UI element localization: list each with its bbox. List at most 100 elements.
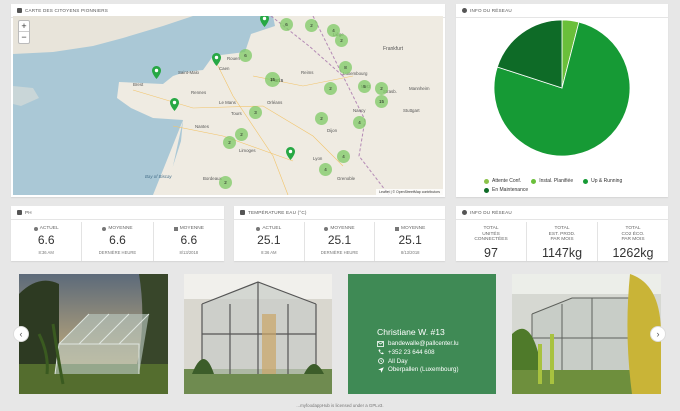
profile-phone-row: +352 23 644 608 xyxy=(377,349,496,356)
stat-value: 1262kg xyxy=(612,245,654,260)
location-arrow-icon xyxy=(377,366,384,373)
greenhouse-photo xyxy=(19,274,168,394)
map-pin-icon[interactable] xyxy=(170,98,179,111)
temp-stat-current: ACTUEL 25.1 8:36 AM xyxy=(234,222,304,261)
stat-label: ACTUEL xyxy=(262,226,282,231)
network-card-header: INFO DU RÉSEAU xyxy=(456,4,668,18)
legend-item[interactable]: Instal. Planifiée xyxy=(531,178,573,184)
clock-icon xyxy=(256,226,261,231)
stat-label: TOTAL UNITÉS CONNECTÉES xyxy=(456,226,526,243)
footer-license: ...myfoodappHub is licensed under a GPLv… xyxy=(296,403,384,408)
temp-card: TEMPÉRATURE EAU (°C) ACTUEL 25.1 8:36 AM… xyxy=(234,206,445,261)
map-pin-icon[interactable] xyxy=(152,66,161,79)
stat-sub: 8:36 AM xyxy=(261,250,277,255)
profile-email-row: bandewalle@pallcenter.lu xyxy=(377,340,496,347)
thermometer-icon xyxy=(240,210,245,215)
temp-card-title: TEMPÉRATURE EAU (°C) xyxy=(248,210,307,215)
legend-label: Attente Conf. xyxy=(492,178,522,184)
legend-item[interactable]: En Maintenance xyxy=(484,187,528,193)
phone-icon xyxy=(377,349,384,356)
ph-card: PH ACTUEL 6.6 8:36 AM MOYENNE 6.6 DERNIÈ… xyxy=(11,206,224,261)
profile-phone[interactable]: +352 23 644 608 xyxy=(388,349,435,356)
chevron-right-icon: › xyxy=(656,329,660,339)
temp-stat-day-avg: MOYENNE 25.1 8/13/2018 xyxy=(374,222,445,261)
legend-swatch xyxy=(484,187,489,193)
greenhouse-photo xyxy=(184,274,332,394)
stat-label: TOTAL EST. PROD. PAR MOIS xyxy=(527,226,597,243)
stat-value: 6.6 xyxy=(37,233,55,247)
map-card-title: CARTE DES CITOYENS PIONNIERS xyxy=(25,8,109,13)
stat-sub: 8/13/2018 xyxy=(179,250,199,255)
network-card-title: INFO DU RÉSEAU xyxy=(470,8,512,13)
temp-stats: ACTUEL 25.1 8:36 AM MOYENNE 25.1 DERNIÈR… xyxy=(234,222,445,261)
profile-location: Oberpallen (Luxembourg) xyxy=(388,366,459,374)
stat-value: 6.6 xyxy=(109,233,126,247)
map-icon xyxy=(17,8,22,13)
stat-label: MOYENNE xyxy=(401,226,426,231)
network-stat-co2: TOTAL CO2 ÉCO. PAR MOIS 1262kg xyxy=(597,222,668,261)
info-icon xyxy=(462,8,467,13)
zoom-control: + − xyxy=(18,20,30,44)
ph-stat-day-avg: MOYENNE 6.6 8/13/2018 xyxy=(152,222,224,261)
carousel-photo-1[interactable] xyxy=(19,274,168,394)
stat-label: TOTAL CO2 ÉCO. PAR MOIS xyxy=(598,226,668,243)
network-info-header: INFO DU RÉSEAU xyxy=(456,206,668,220)
calendar-icon xyxy=(173,226,178,231)
carousel-photo-2[interactable] xyxy=(184,274,332,394)
stat-label: MOYENNE xyxy=(108,226,133,231)
envelope-icon xyxy=(377,340,384,347)
stat-sub: 8:36 AM xyxy=(38,250,54,255)
stat-value: 25.1 xyxy=(327,233,352,247)
ph-stat-current: ACTUEL 6.6 8:36 AM xyxy=(11,222,81,261)
map-pin-icon[interactable] xyxy=(286,147,295,160)
zoom-in-button[interactable]: + xyxy=(19,21,29,32)
clock-icon xyxy=(33,226,38,231)
stat-sub: 8/13/2018 xyxy=(400,250,420,255)
zoom-out-button[interactable]: − xyxy=(19,32,29,43)
profile-card[interactable]: Christiane W. #13 bandewalle@pallcenter.… xyxy=(348,274,496,394)
map-pin-icon[interactable] xyxy=(212,53,221,66)
stat-label-line: CONNECTÉES xyxy=(474,237,508,243)
map-pin-icon[interactable] xyxy=(260,16,269,27)
stat-sub: DERNIÈRE HEURE xyxy=(98,250,137,255)
stat-label-line: UNITÉS xyxy=(482,231,500,237)
stat-value: 1147kg xyxy=(541,245,583,260)
legend-item[interactable]: Attente Conf. xyxy=(484,178,521,184)
legend-label: En Maintenance xyxy=(492,187,529,193)
chevron-left-icon: ‹ xyxy=(19,329,23,339)
stat-value: 97 xyxy=(484,245,498,260)
stat-label: ACTUEL xyxy=(39,226,59,231)
stat-value: 6.6 xyxy=(180,233,198,247)
stat-sub: DERNIÈRE HEURE xyxy=(320,250,359,255)
temp-card-header: TEMPÉRATURE EAU (°C) xyxy=(234,206,445,220)
carousel-photo-3[interactable] xyxy=(512,274,661,394)
network-stat-units: TOTAL UNITÉS CONNECTÉES 97 xyxy=(456,222,526,261)
network-card: INFO DU RÉSEAU Attente Conf. Instal. Pla… xyxy=(456,4,668,197)
clock-icon xyxy=(377,358,384,365)
legend-item[interactable]: Up & Running xyxy=(583,178,622,184)
profile-name: Christiane W. #13 xyxy=(377,327,445,337)
map-view[interactable]: Rouen Paris Saint-Malo Luxembourg Strasb… xyxy=(13,16,443,195)
profile-email[interactable]: bandewalle@pallcenter.lu xyxy=(388,340,459,347)
pie-chart xyxy=(493,19,631,157)
network-info-card: INFO DU RÉSEAU TOTAL UNITÉS CONNECTÉES 97 … xyxy=(456,206,668,261)
temp-stat-hour-avg: MOYENNE 25.1 DERNIÈRE HEURE xyxy=(303,222,375,261)
legend-swatch xyxy=(484,178,489,184)
stat-label-line: CO2 ÉCO. xyxy=(621,231,645,237)
ph-card-title: PH xyxy=(25,210,32,215)
profile-hours: All Day xyxy=(388,357,408,365)
stat-value: 25.1 xyxy=(257,233,281,247)
stat-label-line: EST. PROD. xyxy=(548,231,576,237)
stat-label: MOYENNE xyxy=(179,226,204,231)
profile-hours-row: All Day xyxy=(377,358,496,365)
carousel-next-button[interactable]: › xyxy=(650,326,666,342)
pie-legend: Attente Conf. Instal. Planifiée Up & Run… xyxy=(484,178,664,193)
ph-stats: ACTUEL 6.6 8:36 AM MOYENNE 6.6 DERNIÈRE … xyxy=(11,222,224,261)
legend-label: Instal. Planifiée xyxy=(539,178,574,184)
info-icon xyxy=(462,210,467,215)
clock-icon xyxy=(324,226,329,231)
stat-label-line: PAR MOIS xyxy=(621,237,645,243)
stat-label-line: TOTAL xyxy=(625,226,641,231)
carousel-prev-button[interactable]: ‹ xyxy=(13,326,29,342)
ph-card-header: PH xyxy=(11,206,224,220)
